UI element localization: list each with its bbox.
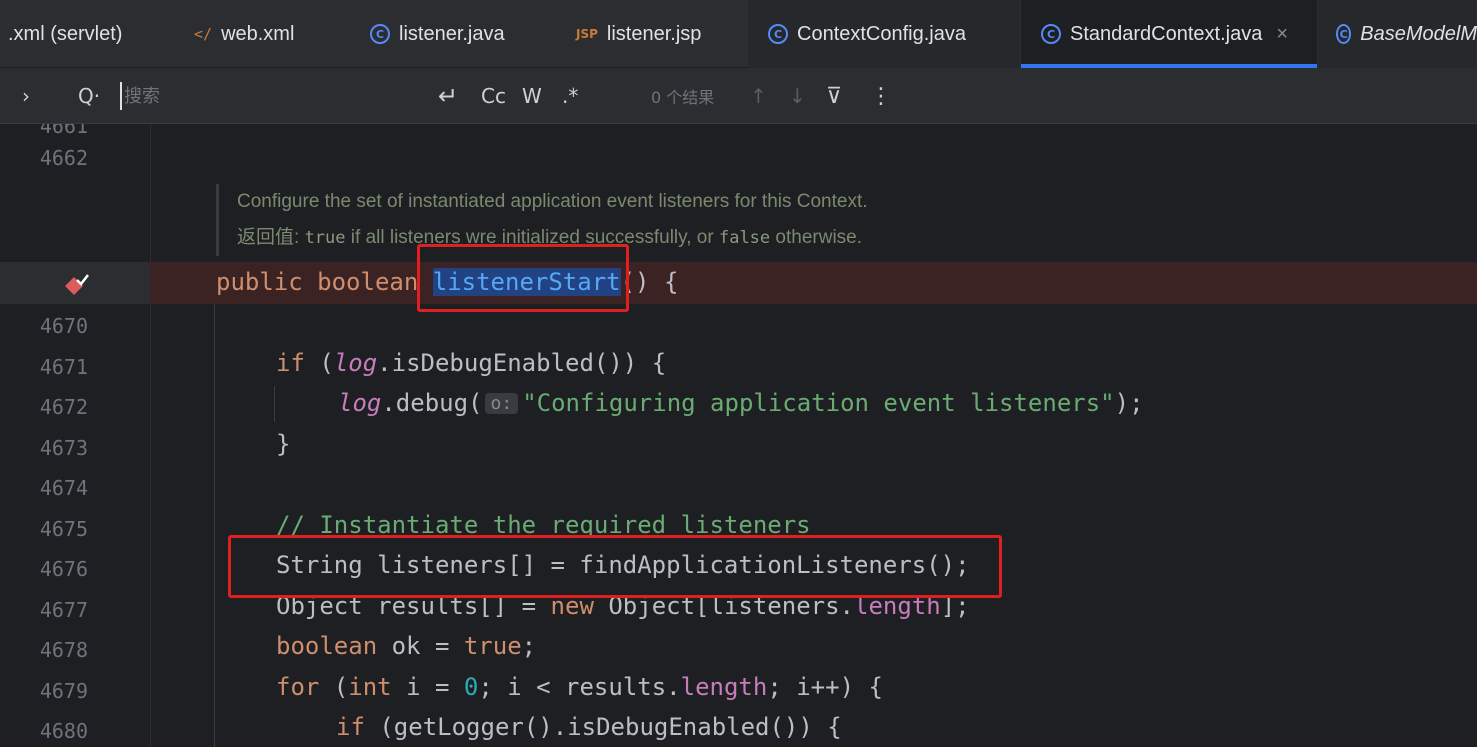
line-number: 4679 — [39, 679, 88, 703]
line-number: 4672 — [39, 395, 88, 419]
doc-returns-end: otherwise. — [770, 227, 863, 248]
tab-label: StandardContext.java — [1070, 22, 1263, 45]
code-text: ( — [304, 349, 334, 377]
tab-label: .xml (servlet) — [8, 22, 123, 45]
newline-toggle-icon[interactable]: ↵ — [438, 68, 458, 124]
tab-base-model[interactable]: C BaseModelM — [1318, 0, 1477, 68]
expand-icon[interactable]: › — [22, 68, 30, 124]
tab-label: listener.jsp — [606, 22, 702, 45]
code-field: log — [338, 389, 382, 417]
code-field: log — [333, 349, 378, 377]
more-options-icon[interactable]: ⋮ — [870, 68, 892, 124]
match-case-toggle[interactable]: Cc — [481, 68, 506, 124]
search-input[interactable] — [120, 82, 420, 110]
code-modifiers: public boolean — [216, 268, 433, 296]
java-class-icon: C — [370, 24, 390, 44]
code-line-close-brace: } — [276, 430, 291, 458]
tab-label: ContextConfig.java — [797, 22, 966, 45]
doc-returns-label: 返回值: — [237, 227, 300, 248]
code-text: ; i < results. — [478, 673, 681, 701]
code-keyword: true — [463, 632, 522, 660]
code-field: length — [680, 673, 768, 701]
code-sig-rest: () { — [620, 268, 679, 296]
annotation-highlight-box — [228, 535, 1002, 598]
line-number: 4680 — [39, 719, 88, 743]
code-text: ); — [1114, 389, 1144, 417]
code-keyword: boolean — [276, 632, 378, 660]
code-text: ( — [319, 673, 349, 701]
line-number: 4662 — [39, 146, 88, 170]
java-class-icon: C — [768, 24, 788, 44]
java-class-icon: C — [1041, 24, 1061, 44]
next-occurrence-icon[interactable]: ↓ — [789, 68, 806, 124]
tab-listener-jsp[interactable]: JSP listener.jsp — [576, 0, 701, 68]
words-toggle[interactable]: W — [522, 68, 542, 124]
code-line-debug: log.debug(o: "Configuring application eve… — [338, 389, 1144, 417]
doc-description: Configure the set of instantiated applic… — [237, 191, 868, 212]
tab-standard-context-java[interactable]: C StandardContext.java × — [1021, 0, 1317, 68]
code-keyword: if — [336, 713, 365, 741]
doc-false: false — [718, 228, 771, 248]
code-line-ok: boolean ok = true; — [276, 632, 536, 660]
parameter-hint: o: — [484, 393, 519, 414]
jsp-file-icon: JSP — [576, 27, 598, 41]
indent-guide — [214, 304, 215, 747]
tab-listener-java[interactable]: C listener.java — [370, 0, 505, 68]
java-class-icon: C — [1336, 24, 1352, 44]
line-number: 4661 — [39, 124, 88, 138]
line-number: 4678 — [39, 638, 88, 662]
regex-toggle[interactable]: .* — [562, 68, 578, 124]
tab-label: listener.java — [399, 22, 505, 45]
filter-icon[interactable]: ⊽ — [826, 68, 842, 124]
tab-label: web.xml — [221, 22, 295, 45]
line-number: 4674 — [39, 476, 88, 500]
code-text: .isDebugEnabled()) { — [377, 349, 667, 377]
method-breakpoint-icon[interactable] — [62, 272, 92, 296]
code-text: ok = — [377, 632, 464, 660]
code-text: .debug( — [381, 389, 483, 417]
tab-servlet-xml[interactable]: .xml (servlet) — [8, 0, 122, 68]
xml-file-icon: </ — [194, 25, 213, 43]
tab-context-config-java[interactable]: C ContextConfig.java — [748, 0, 1020, 68]
line-number: 4670 — [39, 314, 88, 338]
code-line-if: if (log.isDebugEnabled()) { — [276, 349, 666, 377]
code-editor[interactable]: 4661 4662 4670 4671 4672 4673 4674 4675 … — [0, 124, 1477, 747]
search-results-count: 0 个结果 — [651, 88, 715, 107]
gutter-divider — [150, 124, 151, 747]
tab-label: BaseModelM — [1360, 22, 1477, 45]
code-string: "Configuring application event listeners… — [522, 389, 1115, 417]
code-keyword: for — [276, 673, 320, 701]
code-number: 0 — [463, 673, 479, 701]
code-text: ; i++) { — [767, 673, 883, 701]
tab-web-xml[interactable]: </ web.xml — [194, 0, 294, 68]
code-text: (getLogger().isDebugEnabled()) { — [364, 713, 842, 741]
line-number: 4673 — [39, 436, 88, 460]
previous-occurrence-icon[interactable]: ↑ — [750, 68, 767, 124]
code-text: i = — [391, 673, 464, 701]
editor-tab-bar: .xml (servlet) </ web.xml C listener.jav… — [0, 0, 1477, 68]
line-number: 4677 — [39, 598, 88, 622]
annotation-highlight-box — [417, 244, 629, 312]
code-line-if-logger: if (getLogger().isDebugEnabled()) { — [336, 713, 842, 741]
search-icon[interactable]: Q· — [78, 68, 100, 124]
find-bar: › Q· ↵ Cc W .* 0 个结果 ↑ ↓ ⊽ ⋮ — [0, 68, 1477, 124]
indent-guide — [274, 386, 275, 422]
close-icon[interactable]: × — [1276, 23, 1288, 46]
line-number: 4671 — [39, 355, 88, 379]
line-number: 4676 — [39, 557, 88, 581]
code-text: ; — [521, 632, 537, 660]
code-keyword: if — [276, 349, 305, 377]
doc-true: true — [304, 228, 346, 248]
code-line-for: for (int i = 0; i < results.length; i++)… — [276, 673, 883, 701]
code-keyword: int — [348, 673, 392, 701]
line-number: 4675 — [39, 517, 88, 541]
